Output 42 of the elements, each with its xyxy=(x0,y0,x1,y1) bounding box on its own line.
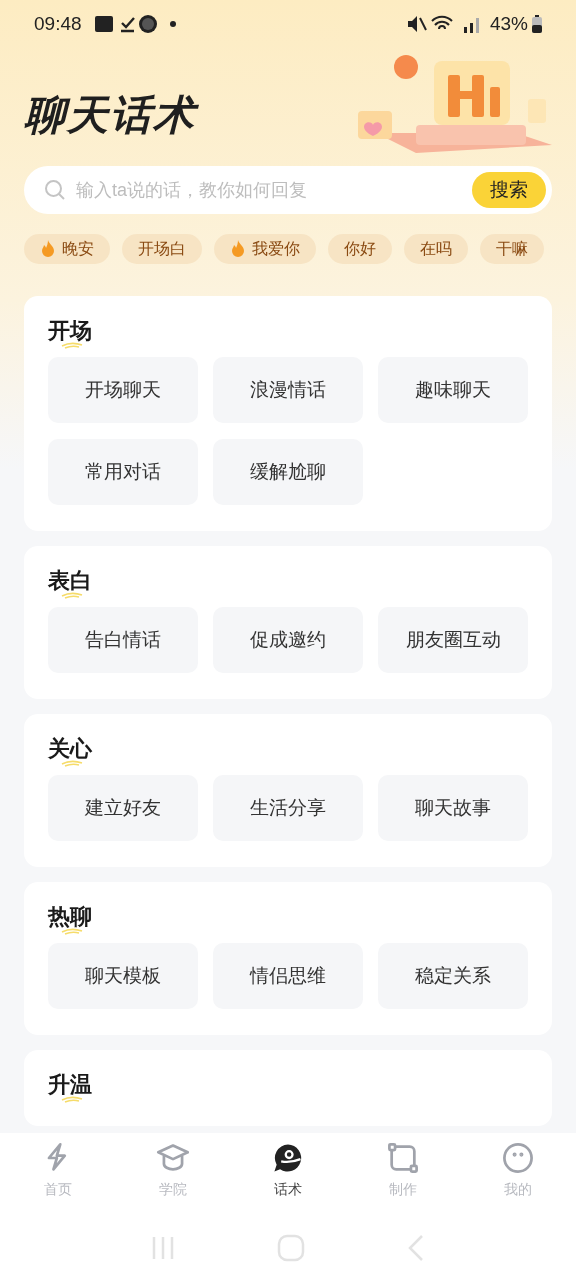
topic-button[interactable]: 稳定关系 xyxy=(378,943,528,1009)
nav-icon xyxy=(386,1141,421,1175)
keyword-chip[interactable]: 我爱你 xyxy=(214,234,316,264)
underline-mark-icon xyxy=(60,759,84,767)
section-title: 开场 xyxy=(48,320,92,342)
keyword-chip[interactable]: 干嘛 xyxy=(480,234,544,264)
topic-button[interactable]: 建立好友 xyxy=(48,775,198,841)
nav-icon xyxy=(501,1141,536,1175)
section-title: 升温 xyxy=(48,1074,92,1096)
search-icon xyxy=(44,179,66,201)
section-title: 表白 xyxy=(48,570,92,592)
search-button[interactable]: 搜索 xyxy=(472,172,546,208)
topic-button[interactable]: 浪漫情话 xyxy=(213,357,363,423)
keyword-chip[interactable]: 开场白 xyxy=(122,234,202,264)
keyword-chip[interactable]: 晚安 xyxy=(24,234,110,264)
keyword-chip[interactable]: 你好 xyxy=(328,234,392,264)
topic-button[interactable]: 情侣思维 xyxy=(213,943,363,1009)
underline-mark-icon xyxy=(60,591,84,599)
keyword-chip[interactable]: 在吗 xyxy=(404,234,468,264)
battery-percentage: 43% xyxy=(489,11,528,36)
underline-mark-icon xyxy=(60,1095,84,1103)
status-time: 09:48 xyxy=(34,11,82,36)
topic-button[interactable]: 聊天故事 xyxy=(378,775,528,841)
section-title: 关心 xyxy=(48,738,92,760)
topic-button[interactable]: 常用对话 xyxy=(48,439,198,505)
topic-button[interactable]: 聊天模板 xyxy=(48,943,198,1009)
underline-mark-icon xyxy=(60,341,84,349)
home-icon[interactable] xyxy=(277,1233,305,1262)
search-field[interactable]: 输入ta说的话，教你如何回复 搜索 xyxy=(24,166,552,214)
topic-button[interactable]: 朋友圈互动 xyxy=(378,607,528,673)
topic-button[interactable]: 缓解尬聊 xyxy=(213,439,363,505)
flame-icon xyxy=(230,240,246,258)
topic-button[interactable]: 生活分享 xyxy=(213,775,363,841)
battery-icon xyxy=(532,15,542,33)
topic-button[interactable]: 告白情话 xyxy=(48,607,198,673)
topic-button[interactable]: 促成邀约 xyxy=(213,607,363,673)
topic-button[interactable]: 趣味聊天 xyxy=(378,357,528,423)
topic-button[interactable]: 开场聊天 xyxy=(48,357,198,423)
underline-mark-icon xyxy=(60,927,84,935)
section-title: 热聊 xyxy=(48,906,92,928)
nav-tab[interactable]: 话术 xyxy=(230,1133,346,1215)
flame-icon xyxy=(40,240,56,258)
